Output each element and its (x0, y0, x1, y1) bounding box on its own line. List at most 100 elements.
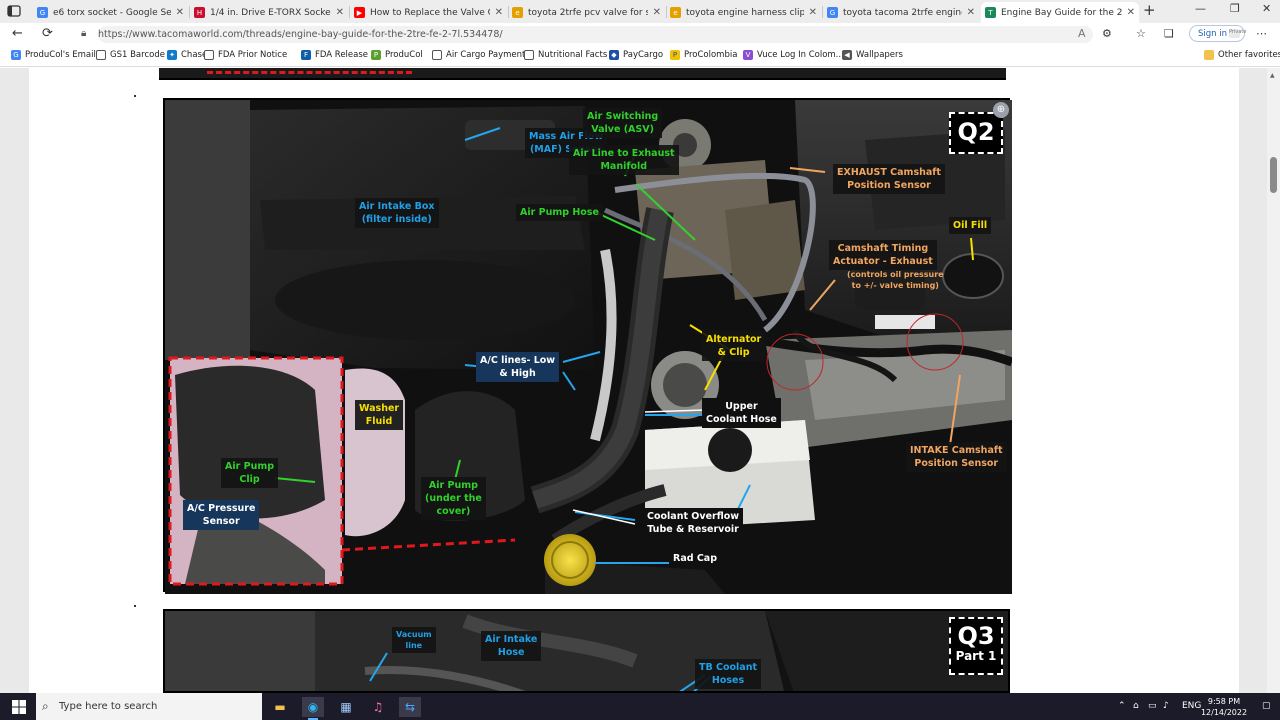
callout-label: TB Coolant Hoses (695, 659, 762, 689)
shopping-icon: e (670, 7, 681, 18)
callout-label: Rad Cap (669, 550, 722, 567)
callout-label: Washer Fluid (355, 400, 404, 430)
procolombia-icon: P (670, 50, 680, 60)
taskbar-search-box[interactable]: ⌕ Type here to search (36, 693, 262, 720)
browser-tab[interactable]: ▶ How to Replace the Valve Cover ✕ (350, 2, 507, 23)
bookmark-item[interactable]: GS1 Barcode (96, 50, 165, 60)
bookmark-item[interactable]: Air Cargo Payment (432, 50, 525, 60)
tab-title: toyota 2trfe pcv valve for sale | e (528, 7, 648, 18)
callout-label: Air Line to Exhaust Manifold (569, 145, 679, 175)
tab-title: How to Replace the Valve Cover (370, 7, 490, 18)
battery-icon[interactable]: ▭ (1148, 701, 1157, 711)
browser-tab[interactable]: Ge6 torx socket - Google Search ✕ (33, 2, 188, 23)
favorites-icon[interactable]: ☆ (1136, 27, 1146, 40)
windows-start-icon[interactable] (12, 700, 26, 714)
fda-icon: F (301, 50, 311, 60)
collections-icon[interactable]: ❏ (1164, 27, 1174, 40)
vuce-icon: V (743, 50, 753, 60)
address-bar[interactable]: 🔒︎ https://www.tacomaworld.com/threads/e… (81, 26, 1093, 43)
windows-taskbar: ⌕ Type here to search ▬ ◉ ▦ ♫ ⇆ ⌃ ⌂ ▭ ♪ … (0, 693, 1280, 720)
bookmark-item[interactable]: ✦ Chase (167, 50, 207, 60)
new-tab-button[interactable]: + (1143, 1, 1156, 19)
more-menu-icon[interactable]: ⋯ (1256, 27, 1267, 40)
youtube-icon: ▶ (354, 7, 365, 18)
google-icon: G (37, 7, 48, 18)
callout-label: Air Intake Box (filter inside) (355, 198, 439, 228)
chase-icon: ✦ (167, 50, 177, 60)
network-icon[interactable]: ⌂ (1133, 701, 1139, 711)
expand-image-icon[interactable]: ⊕ (993, 102, 1009, 118)
browser-tab[interactable]: H 1/4 in. Drive E-TORX Socket Set ✕ (190, 2, 348, 23)
minimize-button[interactable]: — (1195, 2, 1206, 15)
close-tab-icon[interactable]: ✕ (809, 7, 817, 18)
calculator-icon[interactable]: ▦ (335, 697, 357, 717)
close-tab-icon[interactable]: ✕ (336, 7, 344, 18)
other-favorites[interactable]: Other favorites (1204, 50, 1280, 60)
read-aloud-icon[interactable]: A (1078, 27, 1086, 40)
close-tab-icon[interactable]: ✕ (1127, 7, 1135, 18)
close-tab-icon[interactable]: ✕ (967, 7, 975, 18)
file-explorer-icon[interactable]: ▬ (269, 697, 291, 717)
callout-label: (controls oil pressure to +/- valve timi… (847, 270, 944, 290)
post-content: Mass Air Flow (MAF) SensorAir Switching … (29, 68, 1239, 693)
folder-icon (1204, 50, 1214, 60)
address-toolbar: ← ⟳ 🔒︎ https://www.tacomaworld.com/threa… (0, 23, 1280, 45)
tab-title: toyota engine harness clips for s (686, 7, 804, 18)
window-menu-icon[interactable] (5, 3, 23, 19)
bookmark-item[interactable]: FDA Prior Notice (204, 50, 287, 60)
callout-label: Air Switching Valve (ASV) (583, 108, 663, 138)
scrollbar-thumb[interactable] (1270, 157, 1277, 193)
callout-label: Camshaft Timing Actuator - Exhaust (829, 240, 937, 270)
sign-in-button[interactable]: Sign in Private (1189, 25, 1246, 42)
bookmark-item[interactable]: G ProduCol's Email (11, 50, 96, 60)
producol-icon: P (371, 50, 381, 60)
close-tab-icon[interactable]: ✕ (495, 7, 503, 18)
refresh-button[interactable]: ⟳ (42, 26, 53, 41)
bookmark-label: ProduCol (385, 50, 423, 60)
volume-icon[interactable]: ♪ (1163, 701, 1169, 711)
callout-label: Upper Coolant Hose (702, 398, 781, 428)
bookmark-item[interactable]: ◆ PayCargo (609, 50, 663, 60)
maximize-button[interactable]: ❐ (1230, 2, 1240, 15)
callout-label: Coolant Overflow Tube & Reservoir (643, 508, 744, 538)
page-icon (524, 50, 534, 60)
close-tab-icon[interactable]: ✕ (653, 7, 661, 18)
engine-bay-photo-q3[interactable]: Vacuum line Air Intake Hose TB Coolant Hos… (163, 609, 1010, 693)
teamviewer-icon[interactable]: ⇆ (399, 697, 421, 717)
bookmark-label: Wallpapers (856, 50, 903, 60)
bookmark-label: ProColombia (684, 50, 738, 60)
notifications-icon[interactable]: ▢ (1262, 701, 1271, 711)
paycargo-icon: ◆ (609, 50, 619, 60)
bookmark-item[interactable]: V Vuce Log In Colom... (743, 50, 844, 60)
bookmark-item[interactable]: Nutritional Facts (524, 50, 607, 60)
page-scrollbar[interactable]: ▲ (1267, 68, 1280, 693)
browser-tab[interactable]: Gtoyota tacoma 2trfe engine diag ✕ (823, 2, 979, 23)
tray-overflow-icon[interactable]: ⌃ (1118, 701, 1126, 711)
bookmark-item[interactable]: ◀ Wallpapers (842, 50, 903, 60)
tab-title: toyota tacoma 2trfe engine diag (843, 7, 962, 18)
close-window-button[interactable]: ✕ (1262, 2, 1271, 15)
bookmark-item[interactable]: F FDA Release (301, 50, 368, 60)
figure-badge-q3: Q3 Part 1 (949, 617, 1003, 675)
browser-tab[interactable]: T Engine Bay Guide for the 2TRE-F ✕ (981, 2, 1139, 23)
callout-label: Oil Fill (949, 217, 992, 234)
edge-browser-icon[interactable]: ◉ (302, 697, 324, 720)
back-button[interactable]: ← (12, 26, 23, 41)
scroll-up-icon[interactable]: ▲ (1270, 72, 1275, 79)
browser-tab[interactable]: e toyota engine harness clips for s ✕ (666, 2, 821, 23)
engine-bay-photo-q2[interactable]: Mass Air Flow (MAF) SensorAir Switching … (163, 98, 1012, 594)
tab-title: 1/4 in. Drive E-TORX Socket Set (210, 7, 331, 18)
browser-tab[interactable]: e toyota 2trfe pcv valve for sale | e ✕ (508, 2, 665, 23)
bookmark-item[interactable]: P ProduCol (371, 50, 423, 60)
lock-icon[interactable]: 🔒︎ (81, 28, 86, 39)
callout-label: Air Pump Hose (516, 204, 603, 221)
forum-icon: T (985, 7, 996, 18)
bookmark-item[interactable]: P ProColombia (670, 50, 737, 60)
tracking-prevention-icon[interactable]: ⚙ (1102, 27, 1112, 40)
language-indicator[interactable]: ENG (1182, 701, 1201, 711)
close-tab-icon[interactable]: ✕ (176, 7, 184, 18)
callout-label: Air Intake Hose (481, 631, 542, 661)
system-clock[interactable]: 9:58 PM 12/14/2022 (1200, 696, 1248, 718)
callout-label: Air Pump Clip (221, 458, 279, 488)
itunes-icon[interactable]: ♫ (367, 697, 389, 717)
